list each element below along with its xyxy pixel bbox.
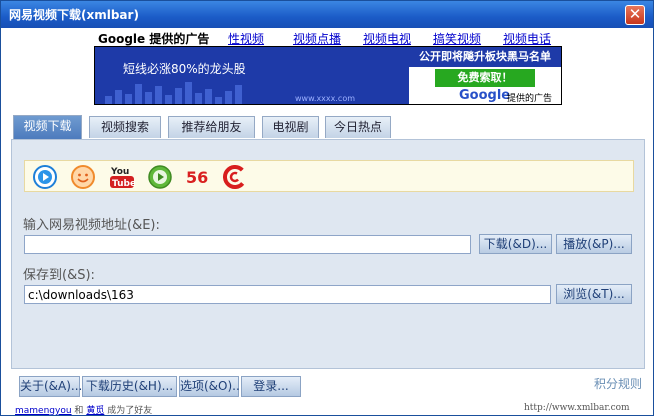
main-panel: You Tube 56 输入网易视频地址(&E): 下载(&D)... 播放(&… (11, 139, 645, 369)
status-suffix: 成为了好友 (107, 406, 153, 416)
banner-cta-button[interactable]: 免费索取！ (435, 69, 535, 87)
ad-banner[interactable]: 短线必涨80%的龙头股 www.xxxx.com 公开即将飚升板块黑马名单 免费… (94, 46, 562, 105)
ad-link-3[interactable]: 视频电视 (363, 30, 411, 47)
youtube-icon[interactable]: You Tube (109, 164, 135, 190)
status-line: mamengyou 和 黄觅 成为了好友 (15, 403, 152, 416)
svg-text:You: You (110, 167, 129, 177)
play-button[interactable]: 播放(&P)... (556, 234, 632, 254)
options-button[interactable]: 选项(&O)... (179, 376, 244, 397)
svg-text:Tube: Tube (112, 179, 135, 189)
banner-headline: 公开即将飚升板块黑马名单 (409, 47, 561, 67)
ad-link-4[interactable]: 搞笑视频 (433, 30, 481, 47)
status-user-1[interactable]: mamengyou (15, 406, 72, 416)
red-c-icon[interactable] (223, 165, 247, 189)
ad-link-5[interactable]: 视频电话 (503, 30, 551, 47)
google-ad-tag: 提供的广告 (507, 94, 553, 104)
status-url[interactable]: http://www.xmlbar.com (524, 403, 630, 413)
banner-left-text: 短线必涨80%的龙头股 (123, 62, 246, 76)
banner-bars-graphic (105, 78, 255, 104)
tab-recommend[interactable]: 推荐给朋友 (168, 116, 255, 138)
url-input[interactable] (24, 235, 471, 254)
ad-link-1[interactable]: 性视频 (228, 30, 264, 47)
title-bar[interactable]: 网易视频下载(xmlbar) ✕ (1, 1, 653, 28)
google-logo: Google (459, 88, 511, 103)
svg-text:56: 56 (186, 168, 208, 187)
status-and: 和 (74, 406, 84, 416)
banner-left: 短线必涨80%的龙头股 www.xxxx.com (95, 47, 409, 104)
play-circle-icon[interactable] (33, 165, 57, 189)
banner-right: 公开即将飚升板块黑马名单 免费索取！ Google 提供的广告 (409, 47, 561, 104)
window-title: 网易视频下载(xmlbar) (9, 8, 139, 22)
tab-video-search[interactable]: 视频搜索 (89, 116, 161, 138)
tab-video-download[interactable]: 视频下载 (13, 115, 82, 139)
url-label: 输入网易视频地址(&E): (23, 218, 160, 233)
status-user-2[interactable]: 黄觅 (86, 406, 104, 416)
download-button[interactable]: 下载(&D)... (479, 234, 552, 254)
ad-link-2[interactable]: 视频点播 (293, 30, 341, 47)
green-play-icon[interactable] (148, 165, 172, 189)
tab-hot-today[interactable]: 今日热点 (325, 116, 391, 138)
tab-tv-series[interactable]: 电视剧 (262, 116, 319, 138)
about-button[interactable]: 关于(&A)... (19, 376, 82, 397)
google-ad-label: Google 提供的广告 (98, 32, 210, 46)
app-window: 网易视频下载(xmlbar) ✕ Google 提供的广告 性视频 视频点播 视… (0, 0, 654, 416)
browse-button[interactable]: 浏览(&T)... (556, 284, 632, 304)
56-logo-icon[interactable]: 56 (185, 165, 213, 189)
login-button[interactable]: 登录... (241, 376, 301, 397)
points-rules-link[interactable]: 积分规则 (594, 375, 642, 392)
close-icon: ✕ (628, 5, 642, 23)
save-label: 保存到(&S): (23, 268, 95, 283)
close-button[interactable]: ✕ (625, 5, 645, 25)
history-button[interactable]: 下载历史(&H)... (82, 376, 177, 397)
save-path-input[interactable] (24, 285, 551, 304)
ad-links-bar: Google 提供的广告 性视频 视频点播 视频电视 搞笑视频 视频电话 (1, 29, 653, 47)
smile-face-icon[interactable] (71, 165, 95, 189)
site-icon-bar: You Tube 56 (24, 160, 634, 192)
banner-left-url: www.xxxx.com (295, 94, 356, 103)
